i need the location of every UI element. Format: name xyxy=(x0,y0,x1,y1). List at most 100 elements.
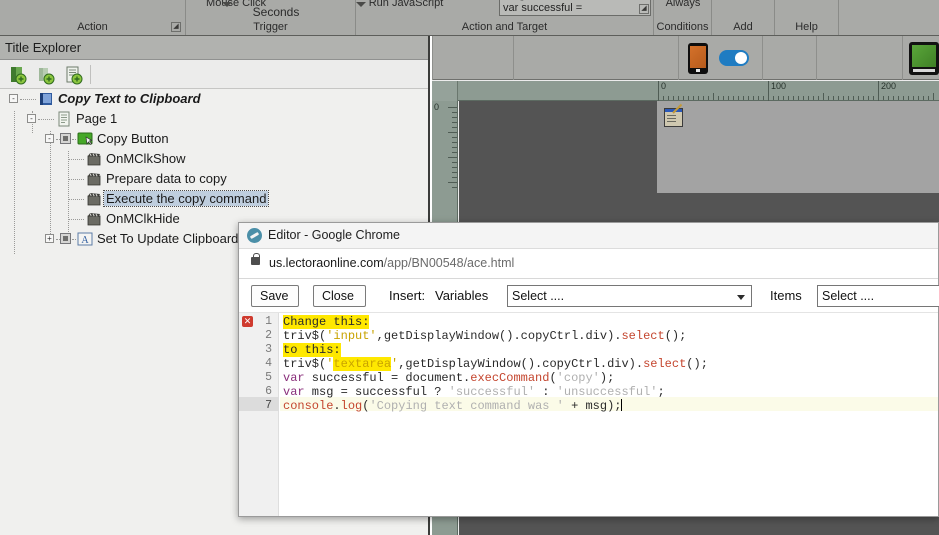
toolbar-divider xyxy=(816,36,817,80)
ruler-tick-100: 100 xyxy=(771,81,787,91)
add-chapter-icon[interactable] xyxy=(8,65,28,85)
tablet-icon[interactable] xyxy=(909,42,939,75)
phone-icon[interactable] xyxy=(688,43,708,74)
button-icon xyxy=(77,131,93,147)
line-number: 3 xyxy=(265,343,272,356)
error-marker-icon[interactable]: ✕ xyxy=(242,316,253,327)
ribbon-group-action-target: Run JavaScript out(); var successful = ◢… xyxy=(356,0,654,35)
device-toolbar xyxy=(432,36,939,80)
title-explorer-title: Title Explorer xyxy=(5,40,82,55)
code-line-4: triv$('textarea',getDisplayWindow().copy… xyxy=(283,357,708,371)
ribbon-group-trigger-label: Trigger xyxy=(253,21,288,33)
code-line-7: console.log('Copying text command was ' … xyxy=(283,399,623,413)
code-line-3: to this: xyxy=(283,343,341,357)
ribbon-group-add-label: Add xyxy=(733,21,753,33)
toolbar-divider xyxy=(902,36,903,80)
note-edit-icon[interactable] xyxy=(664,103,683,127)
line-number: 5 xyxy=(265,371,272,384)
expander-toggle[interactable]: + xyxy=(45,234,54,243)
toolbar-divider xyxy=(678,36,679,80)
tree-item-label: Set To Update Clipboard xyxy=(97,231,239,246)
toolbar-divider xyxy=(513,36,514,80)
expander-toggle[interactable]: - xyxy=(27,114,36,123)
gutter-active-row xyxy=(239,397,279,411)
tree-item-label: Prepare data to copy xyxy=(106,171,227,186)
ribbon-group-empty xyxy=(839,0,939,35)
chrome-url-bar[interactable]: us.lectoraonline.com/app/BN00548/ace.htm… xyxy=(239,249,938,279)
lock-icon xyxy=(251,253,260,265)
ace-gutter: ✕ 1 2 3 4 5 6 7 xyxy=(239,313,279,516)
variables-label: Variables xyxy=(435,288,489,303)
code-line-2: triv$('input',getDisplayWindow().copyCtr… xyxy=(283,329,687,343)
tree-item-page[interactable]: - Page 1 xyxy=(0,109,428,129)
ace-text-area[interactable]: Change this: triv$('input',getDisplayWin… xyxy=(280,313,938,516)
chrome-title-bar[interactable]: Editor - Google Chrome xyxy=(239,223,938,249)
tree-item-copy-button[interactable]: - Copy Button xyxy=(0,129,428,149)
code-line-1: Change this: xyxy=(283,315,370,329)
tree-connector xyxy=(69,179,84,180)
ribbon-group-add: Add xyxy=(712,0,775,35)
visibility-checkbox[interactable] xyxy=(60,133,71,144)
ribbon-group-action: Action ◢ xyxy=(0,0,186,35)
chrome-url-text: us.lectoraonline.com/app/BN00548/ace.htm… xyxy=(269,256,514,270)
action-dialog-launcher-icon[interactable]: ◢ xyxy=(171,22,181,32)
items-select[interactable]: Select .... xyxy=(817,285,939,307)
expander-toggle[interactable]: - xyxy=(9,94,18,103)
svg-text:A: A xyxy=(81,235,89,246)
items-select-value: Select .... xyxy=(822,289,875,303)
tree-connector xyxy=(72,139,76,140)
toolbar-divider xyxy=(432,36,433,80)
title-book-icon xyxy=(38,91,54,107)
tree-item-execute-copy-command[interactable]: Execute the copy command xyxy=(0,189,428,209)
tree-item-label: Execute the copy command xyxy=(102,190,270,207)
action-run-javascript-label: Run JavaScript xyxy=(368,0,444,9)
save-button[interactable]: Save xyxy=(251,285,299,307)
page-icon xyxy=(56,111,72,127)
code-line-6: var msg = successful ? 'successful' : 'u… xyxy=(283,385,665,399)
editor-toolbar: Save Close Insert: Variables Select ....… xyxy=(239,279,939,313)
variables-select[interactable]: Select .... xyxy=(507,285,752,307)
tree-item-onmclkshow[interactable]: OnMClkShow xyxy=(0,149,428,169)
script-expand-icon[interactable]: ◢ xyxy=(639,4,649,14)
tree-item-label: OnMClkShow xyxy=(106,151,186,166)
tree-connector xyxy=(69,159,84,160)
ribbon-group-help: Help xyxy=(775,0,839,35)
line-number: 1 xyxy=(265,315,272,328)
script-line-2: var successful = xyxy=(503,2,583,14)
text-cursor xyxy=(621,399,623,411)
chevron-down-icon xyxy=(737,295,745,300)
toolbar-separator xyxy=(90,65,91,84)
add-section-icon[interactable] xyxy=(36,65,56,85)
action-icon xyxy=(86,211,102,227)
insert-label: Insert: xyxy=(389,288,426,303)
toolbar-divider xyxy=(762,36,763,80)
expander-toggle[interactable]: - xyxy=(45,134,54,143)
line-number: 7 xyxy=(265,399,272,412)
horizontal-ruler: 0 100 200 xyxy=(432,81,939,101)
line-number: 6 xyxy=(265,385,272,398)
tree-item-title[interactable]: - Copy Text to Clipboard xyxy=(0,89,428,109)
ribbon-group-action-label: Action xyxy=(77,21,108,33)
tree-connector xyxy=(72,239,76,240)
tree-connector xyxy=(38,119,54,120)
ribbon-group-conditions-label: Conditions xyxy=(656,21,709,33)
ribbon-group-action-target-label: Action and Target xyxy=(461,21,548,33)
ribbon-bar: Action ◢ Mouse Click Seconds Trigger Run… xyxy=(0,0,939,36)
tree-item-prepare-data[interactable]: Prepare data to copy xyxy=(0,169,428,189)
tree-item-label: OnMClkHide xyxy=(106,211,180,226)
action-dropdown-caret-icon[interactable] xyxy=(356,2,366,7)
globe-icon xyxy=(247,228,262,243)
action-icon xyxy=(86,191,102,207)
responsive-toggle[interactable] xyxy=(719,50,749,66)
visibility-checkbox[interactable] xyxy=(60,233,71,244)
add-page-icon[interactable] xyxy=(64,65,84,85)
conditions-always-label: Always xyxy=(665,0,701,9)
canvas-page-area[interactable] xyxy=(657,101,939,193)
items-label: Items xyxy=(770,288,802,303)
action-icon xyxy=(86,151,102,167)
javascript-code-textbox[interactable]: out(); var successful = ◢ xyxy=(499,0,651,16)
close-button[interactable]: Close xyxy=(313,285,366,307)
ace-code-editor[interactable]: ✕ 1 2 3 4 5 6 7 Change this: triv$('inpu… xyxy=(239,313,938,516)
vruler-tick-0: 0 xyxy=(434,102,440,112)
title-explorer-header: Title Explorer xyxy=(0,36,428,60)
